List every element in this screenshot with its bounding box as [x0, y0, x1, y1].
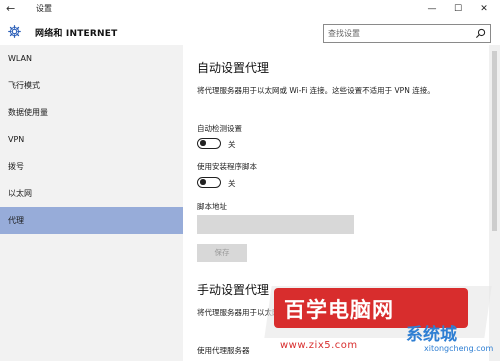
- window-title: 设置: [36, 4, 52, 13]
- gear-icon: [8, 25, 21, 38]
- watermark-logo: 系统城: [406, 325, 457, 345]
- script-address-label: 脚本地址: [197, 202, 227, 211]
- search-icon[interactable]: [475, 28, 486, 39]
- search-box[interactable]: [323, 24, 491, 43]
- back-arrow-icon[interactable]: ←: [6, 1, 20, 16]
- setup-script-toggle[interactable]: [197, 177, 221, 188]
- auto-detect-state: 关: [228, 140, 236, 149]
- sidebar: WLAN 飞行模式 数据使用量 VPN 拨号 以太网 代理: [0, 45, 183, 361]
- sidebar-item-proxy[interactable]: 代理: [0, 207, 183, 234]
- minimize-button[interactable]: —: [420, 0, 444, 18]
- auto-detect-toggle[interactable]: [197, 138, 221, 149]
- toggle-knob: [200, 179, 206, 185]
- watermark: 百学电脑网 www.zix5.com 系统城 xitongcheng.com: [228, 260, 500, 361]
- auto-proxy-heading: 自动设置代理: [197, 61, 270, 75]
- sidebar-item-vpn[interactable]: VPN: [0, 126, 183, 153]
- sidebar-item-airplane-mode[interactable]: 飞行模式: [0, 72, 183, 99]
- search-input[interactable]: [328, 27, 468, 40]
- watermark-url: www.zix5.com: [280, 340, 358, 351]
- setup-script-state: 关: [228, 179, 236, 188]
- sidebar-item-dialup[interactable]: 拨号: [0, 153, 183, 180]
- auto-proxy-description: 将代理服务器用于以太网或 Wi-Fi 连接。这些设置不适用于 VPN 连接。: [197, 86, 435, 95]
- page-title: 网络和 INTERNET: [35, 29, 118, 39]
- close-button[interactable]: ✕: [472, 0, 496, 18]
- setup-script-label: 使用安装程序脚本: [197, 162, 257, 171]
- toggle-knob: [200, 140, 206, 146]
- title-bar: ← 设置 — ☐ ✕: [0, 0, 500, 18]
- script-address-input[interactable]: [197, 215, 354, 234]
- scrollbar-thumb[interactable]: [492, 51, 497, 231]
- sidebar-item-ethernet[interactable]: 以太网: [0, 180, 183, 207]
- sidebar-item-data-usage[interactable]: 数据使用量: [0, 99, 183, 126]
- maximize-button[interactable]: ☐: [446, 0, 470, 18]
- watermark-text: 百学电脑网: [284, 298, 394, 322]
- auto-detect-label: 自动检测设置: [197, 124, 242, 133]
- watermark-logo-sub: xitongcheng.com: [424, 344, 494, 353]
- sidebar-item-wlan[interactable]: WLAN: [0, 45, 183, 72]
